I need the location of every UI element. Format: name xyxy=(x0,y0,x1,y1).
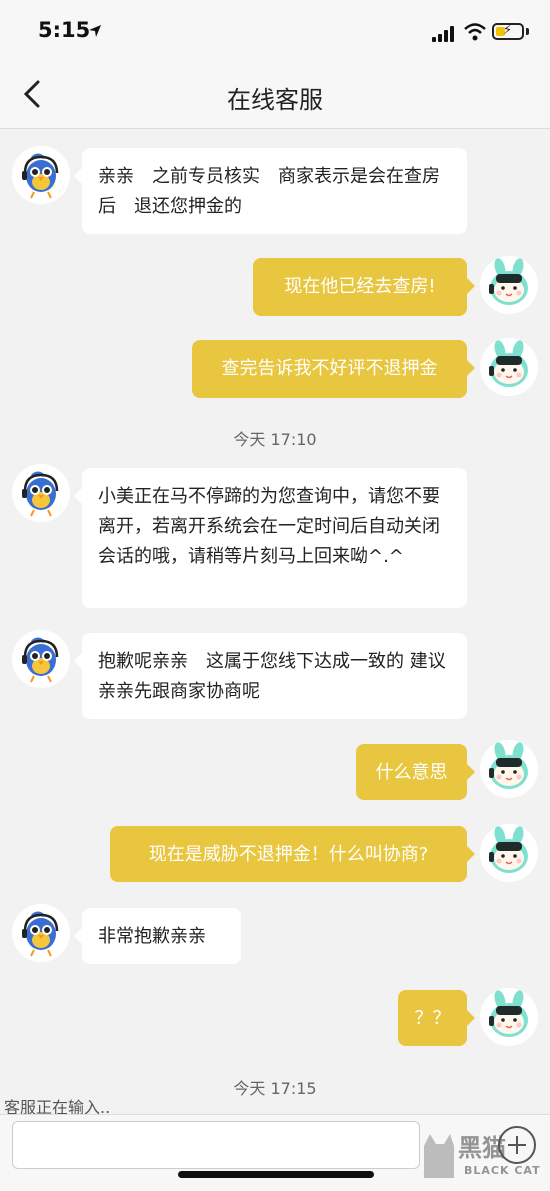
status-time: 5:15 xyxy=(38,18,91,42)
agent-avatar-icon[interactable] xyxy=(12,630,70,688)
agent-message: 亲亲 之前专员核实 商家表示是会在查房后 退还您押金的 xyxy=(74,148,467,234)
charging-icon: ⚡ xyxy=(503,23,513,38)
watermark-subtext: BLACK CAT xyxy=(464,1164,541,1177)
timestamp: 今天 17:10 xyxy=(233,430,317,449)
home-indicator[interactable] xyxy=(178,1171,374,1178)
user-avatar-icon[interactable] xyxy=(480,338,538,396)
user-avatar-icon[interactable] xyxy=(480,988,538,1046)
agent-message: 非常抱歉亲亲 xyxy=(74,908,241,964)
user-message: 现在他已经去查房! xyxy=(253,258,475,316)
page-title: 在线客服 xyxy=(227,86,323,114)
status-bar: 5:15 ⚡ xyxy=(0,0,550,62)
user-avatar-icon[interactable] xyxy=(480,824,538,882)
nav-bar: 在线客服 xyxy=(0,62,550,129)
user-message: 什么意思 xyxy=(356,744,475,800)
user-avatar-icon[interactable] xyxy=(480,256,538,314)
agent-avatar-icon[interactable] xyxy=(12,464,70,522)
user-message: 查完告诉我不好评不退押金 xyxy=(192,340,475,398)
user-avatar-icon[interactable] xyxy=(480,740,538,798)
agent-message: 抱歉呢亲亲 这属于您线下达成一致的 建议亲亲先跟商家协商呢 xyxy=(74,633,467,719)
agent-avatar-icon[interactable] xyxy=(12,904,70,962)
wifi-icon xyxy=(464,23,486,41)
signal-icon xyxy=(432,26,458,42)
agent-message: 小美正在马不停蹄的为您查询中，请您不要离开，若离开系统会在一定时间后自动关闭会话… xyxy=(74,468,467,608)
location-arrow-icon xyxy=(89,25,101,37)
agent-avatar-icon[interactable] xyxy=(12,146,70,204)
battery-tip xyxy=(526,28,529,35)
user-message: ？？ xyxy=(398,990,475,1046)
add-plus-icon[interactable] xyxy=(498,1126,536,1164)
user-message: 现在是威胁不退押金！什么叫协商? xyxy=(110,826,475,882)
message-input[interactable] xyxy=(12,1121,420,1169)
